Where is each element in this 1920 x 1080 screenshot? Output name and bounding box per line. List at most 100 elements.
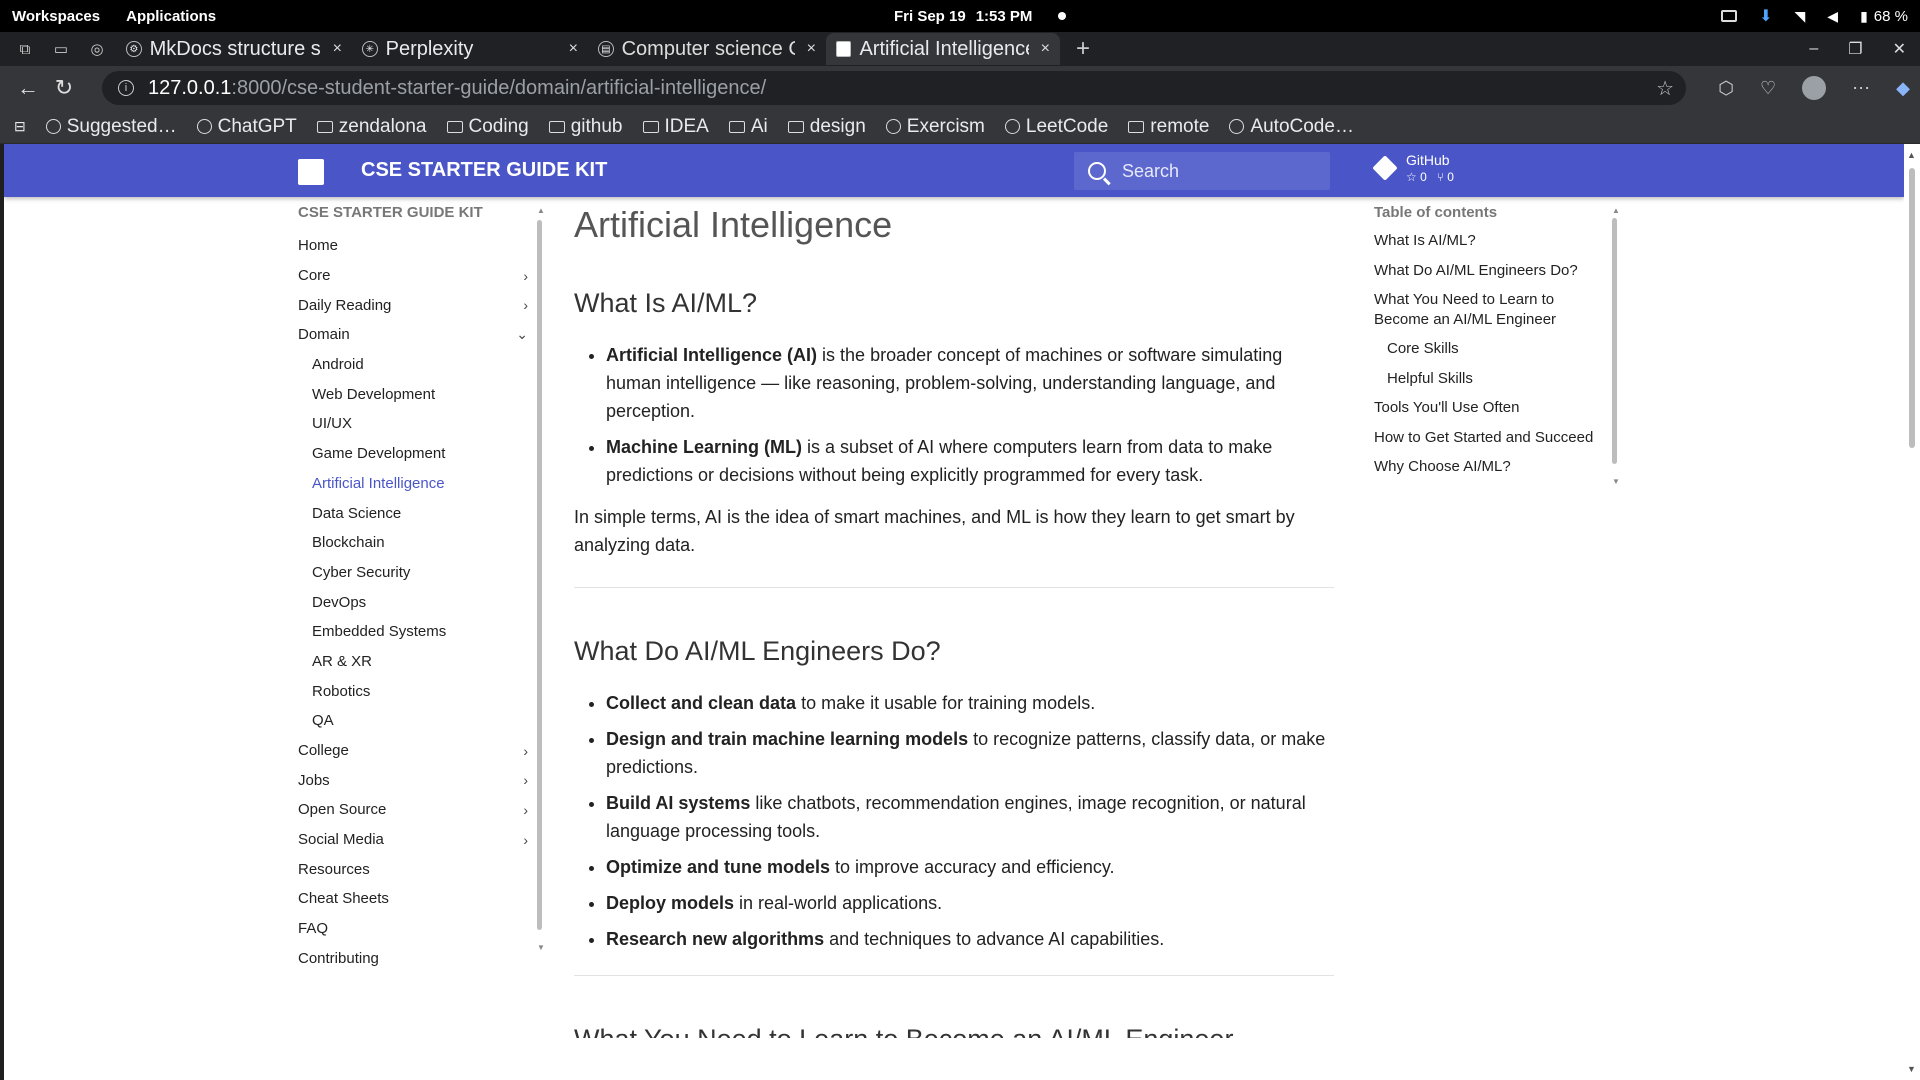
close-window-icon[interactable]: ✕: [1893, 39, 1906, 59]
battery-indicator[interactable]: ▮ 68 %: [1860, 8, 1908, 25]
volume-icon[interactable]: ◀: [1827, 8, 1838, 25]
sidebar-item-daily-reading[interactable]: Daily Reading ›: [298, 290, 528, 320]
sidebar-item-jobs[interactable]: Jobs ›: [298, 765, 528, 795]
bookmark-design[interactable]: design: [787, 116, 866, 138]
applications-menu[interactable]: Applications: [126, 8, 216, 25]
minimize-icon[interactable]: –: [1809, 40, 1818, 58]
tab-artificial-intelligence[interactable]: Artificial Intelligence ×: [826, 33, 1060, 65]
site-info-icon[interactable]: i: [118, 80, 134, 96]
menu-icon[interactable]: ⋯: [1852, 78, 1870, 99]
bookmark-exercism[interactable]: Exercism: [885, 116, 985, 138]
globe-icon[interactable]: ◎: [82, 34, 112, 64]
chevron-right-icon[interactable]: ›: [523, 772, 528, 788]
sidebar-item-domain[interactable]: Domain ⌄: [298, 320, 528, 350]
bookmark-coding[interactable]: Coding: [446, 116, 529, 138]
scroll-up-icon[interactable]: ▲: [537, 206, 545, 215]
scroll-down-icon[interactable]: ▼: [1612, 477, 1620, 486]
chevron-right-icon[interactable]: ›: [523, 268, 528, 284]
sidebar-item-open-source[interactable]: Open Source ›: [298, 795, 528, 825]
sidebar-item-data-science[interactable]: Data Science: [298, 498, 528, 528]
sidebar-item-contributing[interactable]: Contributing: [298, 944, 528, 974]
sidebar-item-cyber-security[interactable]: Cyber Security: [298, 558, 528, 588]
chevron-right-icon[interactable]: ›: [523, 832, 528, 848]
scroll-down-icon[interactable]: ▼: [537, 943, 545, 952]
bookmark-zendalona[interactable]: zendalona: [316, 116, 427, 138]
download-icon[interactable]: ⬇: [1759, 6, 1772, 26]
toc-scroll-thumb[interactable]: [1612, 218, 1617, 464]
sidebar-item-ui-ux[interactable]: UI/UX: [298, 409, 528, 439]
sidebar-item-devops[interactable]: DevOps: [298, 587, 528, 617]
sidebar-item-robotics[interactable]: Robotics: [298, 676, 528, 706]
tab-perplexity[interactable]: ✳ Perplexity ×: [352, 33, 588, 65]
bookmark-autocode[interactable]: AutoCode…: [1229, 116, 1354, 138]
toc-link-why-choose-ai-ml-[interactable]: Why Choose AI/ML?: [1374, 457, 1604, 477]
sidebar-item-embedded-systems[interactable]: Embedded Systems: [298, 617, 528, 647]
bookmark-remote[interactable]: remote: [1128, 116, 1209, 138]
bookmark-ai[interactable]: Ai: [728, 116, 768, 138]
sidebar-item-qa[interactable]: QA: [298, 706, 528, 736]
bookmark-leetcode[interactable]: LeetCode: [1004, 116, 1108, 138]
sidebar-item-social-media[interactable]: Social Media ›: [298, 825, 528, 855]
extensions-icon[interactable]: ⬡: [1718, 78, 1734, 99]
chevron-right-icon[interactable]: ›: [523, 297, 528, 313]
sidebar-item-blockchain[interactable]: Blockchain: [298, 528, 528, 558]
reading-list-icon[interactable]: ⊟: [14, 118, 26, 135]
restore-icon[interactable]: ❐: [1848, 39, 1862, 59]
page-scrollbar[interactable]: ▲ ▼: [1904, 144, 1920, 1080]
nav-scrollbar[interactable]: ▲ ▼: [537, 206, 545, 952]
nav-scroll-thumb[interactable]: [537, 220, 542, 930]
wifi-icon[interactable]: ◥: [1795, 8, 1806, 25]
scroll-up-icon[interactable]: ▲: [1612, 206, 1620, 215]
heartbeat-icon[interactable]: ♡: [1760, 78, 1776, 99]
sidebar-item-ar-xr[interactable]: AR & XR: [298, 647, 528, 677]
address-bar[interactable]: i 127.0.0.1:8000/cse-student-starter-gui…: [102, 71, 1686, 105]
sidebar-item-home[interactable]: Home: [298, 231, 528, 261]
toc-link-helpful-skills[interactable]: Helpful Skills: [1374, 369, 1604, 389]
toc-link-what-do-ai-ml-engineers-do-[interactable]: What Do AI/ML Engineers Do?: [1374, 261, 1604, 281]
chevron-down-icon[interactable]: ⌄: [516, 326, 528, 343]
tab-close-icon[interactable]: ×: [807, 40, 816, 58]
page-scroll-thumb[interactable]: [1909, 168, 1915, 448]
bookmark-suggested[interactable]: Suggested…: [45, 116, 177, 138]
site-title[interactable]: CSE STARTER GUIDE KIT: [361, 159, 607, 182]
bookmark-star-icon[interactable]: ☆: [1656, 76, 1674, 101]
tab-close-icon[interactable]: ×: [1041, 40, 1050, 58]
sidebar-item-artificial-intelligence[interactable]: Artificial Intelligence: [298, 469, 528, 499]
tab-close-icon[interactable]: ×: [569, 40, 578, 58]
toc-link-what-is-ai-ml-[interactable]: What Is AI/ML?: [1374, 231, 1604, 251]
profile-avatar[interactable]: [1802, 76, 1827, 100]
reload-icon[interactable]: ↻: [46, 75, 82, 101]
github-repo-link[interactable]: GitHub ☆ 0 ⑂ 0: [1372, 152, 1454, 184]
toc-link-what-you-need-to-learn-to-become-an-ai-ml-engineer[interactable]: What You Need to Learn to Become an AI/M…: [1374, 290, 1604, 329]
new-tab-button[interactable]: +: [1068, 34, 1098, 64]
sidebar-item-faq[interactable]: FAQ: [298, 914, 528, 944]
copilot-icon[interactable]: ◆: [1896, 78, 1910, 99]
sidebar-item-core[interactable]: Core ›: [298, 261, 528, 291]
back-icon[interactable]: ←: [10, 75, 46, 101]
toc-link-how-to-get-started-and-succeed[interactable]: How to Get Started and Succeed: [1374, 428, 1604, 448]
site-logo[interactable]: [298, 159, 324, 185]
sidebar-item-cheat-sheets[interactable]: Cheat Sheets: [298, 884, 528, 914]
workspaces-menu[interactable]: Workspaces: [12, 8, 100, 25]
chevron-right-icon[interactable]: ›: [523, 802, 528, 818]
sidebar-item-android[interactable]: Android: [298, 350, 528, 380]
chevron-right-icon[interactable]: ›: [523, 743, 528, 759]
toc-link-tools-you-ll-use-often[interactable]: Tools You'll Use Often: [1374, 398, 1604, 418]
tab-computer-science[interactable]: ▤ Computer science Ch ×: [588, 33, 826, 65]
sidebar-item-college[interactable]: College ›: [298, 736, 528, 766]
toc-link-core-skills[interactable]: Core Skills: [1374, 339, 1604, 359]
screen-share-icon[interactable]: [1721, 10, 1738, 22]
tab-groups-icon[interactable]: ⧉: [10, 34, 40, 64]
sidebar-item-game-development[interactable]: Game Development: [298, 439, 528, 469]
bookmark-github[interactable]: github: [548, 116, 623, 138]
sidebar-item-web-development[interactable]: Web Development: [298, 379, 528, 409]
bookmark-chatgpt[interactable]: ChatGPT: [196, 116, 297, 138]
scroll-up-icon[interactable]: ▲: [1907, 150, 1916, 160]
scroll-down-icon[interactable]: ▼: [1907, 1064, 1916, 1074]
tab-close-icon[interactable]: ×: [333, 40, 342, 58]
bookmark-idea[interactable]: IDEA: [642, 116, 709, 138]
tab-search-icon[interactable]: ▭: [46, 34, 76, 64]
clock[interactable]: Fri Sep 19 1:53 PM: [894, 0, 1067, 32]
toc-scrollbar[interactable]: ▲ ▼: [1612, 206, 1620, 486]
sidebar-item-resources[interactable]: Resources: [298, 854, 528, 884]
